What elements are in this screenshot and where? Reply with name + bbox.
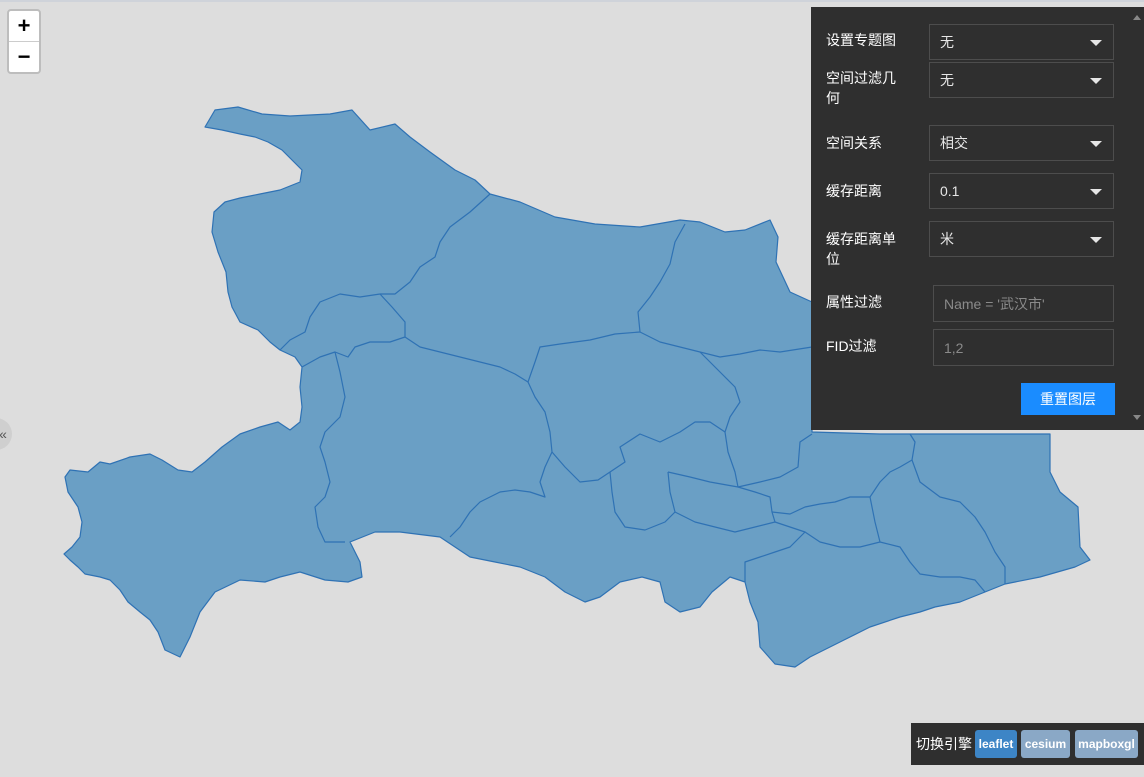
buffer-unit-select[interactable]: 米 [929,221,1114,257]
spatial-geometry-label: 空间过滤几何 [826,70,896,106]
engine-mapboxgl-button[interactable]: mapboxgl [1075,730,1138,758]
thematic-value: 无 [940,34,954,50]
buffer-distance-value: 0.1 [940,183,960,199]
scroll-down-icon[interactable] [1133,415,1141,420]
buffer-distance-label: 缓存距离 [826,183,882,199]
chevron-down-icon [1090,78,1102,84]
spatial-relation-label: 空间关系 [826,135,882,151]
chevron-down-icon [1090,189,1102,195]
chevron-down-icon [1090,40,1102,46]
spatial-geometry-select[interactable]: 无 [929,62,1114,98]
thematic-label: 设置专题图 [826,32,896,48]
spatial-relation-select[interactable]: 相交 [929,125,1114,161]
attr-filter-label: 属性过滤 [826,294,882,310]
fid-filter-input[interactable] [933,329,1114,366]
buffer-unit-label: 缓存距离单位 [826,231,896,267]
spatial-geometry-value: 无 [940,72,954,88]
engine-leaflet-button[interactable]: leaflet [975,730,1017,758]
engine-switcher: 切换引擎 leaflet cesium mapboxgl [911,723,1144,765]
zoom-control: + − [7,9,41,74]
buffer-unit-value: 米 [940,231,954,247]
scroll-up-icon[interactable] [1133,15,1141,20]
zoom-out-button[interactable]: − [9,41,39,72]
buffer-distance-select[interactable]: 0.1 [929,173,1114,209]
attr-filter-input[interactable] [933,285,1114,322]
chevron-down-icon [1090,237,1102,243]
engine-label: 切换引擎 [916,736,972,752]
engine-cesium-button[interactable]: cesium [1021,730,1070,758]
spatial-relation-value: 相交 [940,135,968,151]
reset-layer-button[interactable]: 重置图层 [1021,383,1115,415]
thematic-select[interactable]: 无 [929,24,1114,60]
chevron-down-icon [1090,141,1102,147]
zoom-in-button[interactable]: + [9,11,39,41]
fid-filter-label: FID过滤 [826,338,877,354]
query-panel: 设置专题图 无 空间过滤几何 无 空间关系 相交 缓存距离 0.1 缓存距离单位 [811,7,1144,430]
